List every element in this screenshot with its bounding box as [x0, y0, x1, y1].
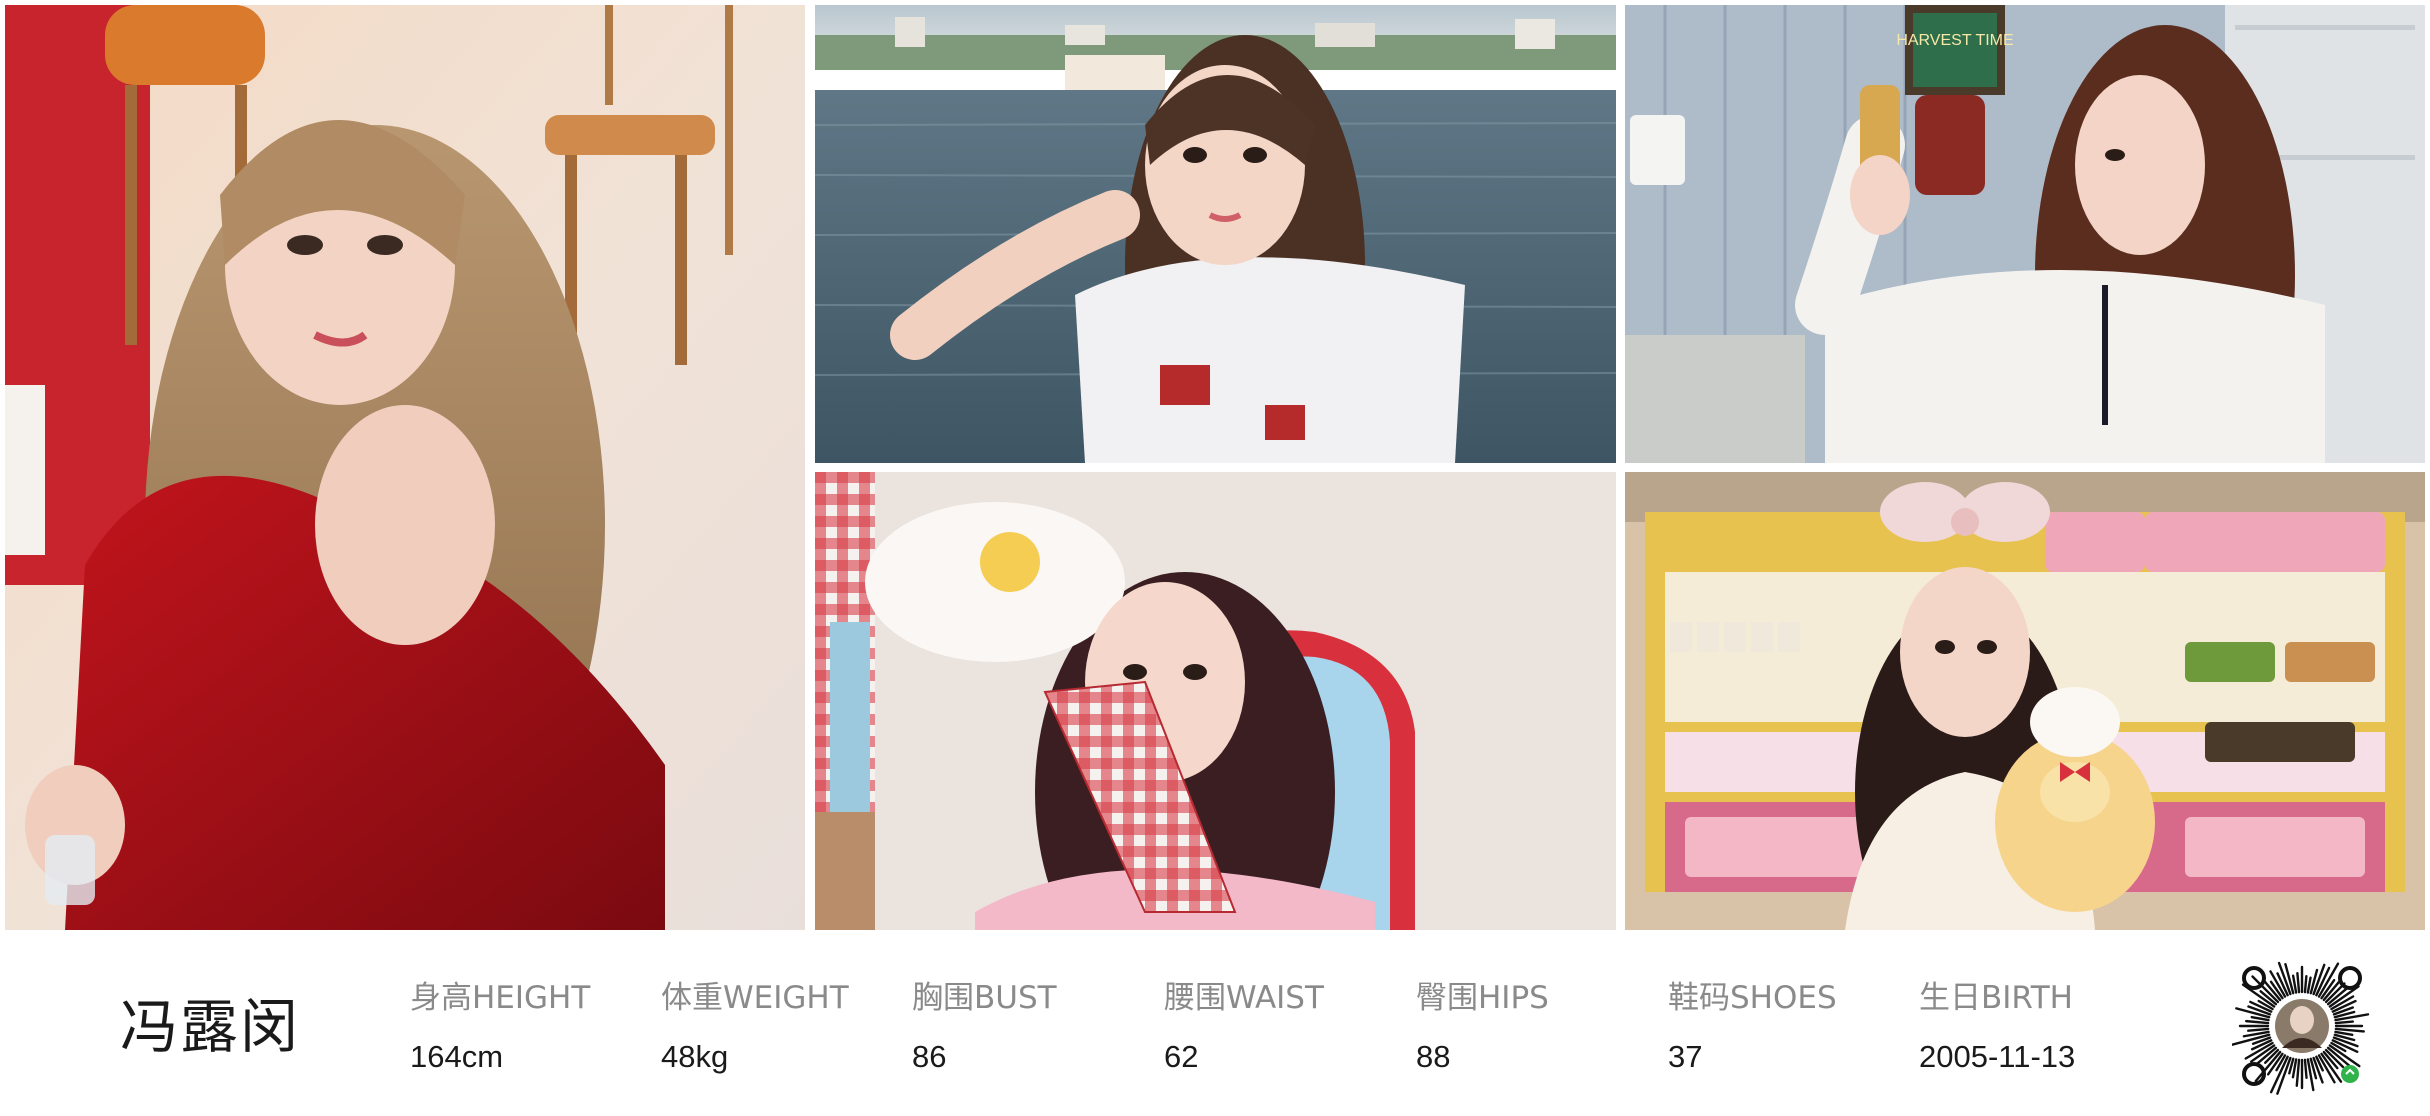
stat-value: 37 [1668, 1039, 1703, 1074]
stat-hips: 臀围HIPS 88 [1416, 972, 1549, 1075]
stat-waist: 腰围WAIST 62 [1164, 972, 1324, 1075]
model-name: 冯露闵 [120, 993, 301, 1061]
stat-label: 鞋码SHOES [1668, 980, 1837, 1016]
stat-birth: 生日BIRTH 2005-11-13 [1919, 972, 2075, 1075]
stat-label: 身高HEIGHT [410, 980, 591, 1016]
stat-weight: 体重WEIGHT 48kg [661, 972, 849, 1075]
qr-code-icon[interactable] [2232, 956, 2372, 1096]
bakery-plush-photo [1625, 472, 2425, 930]
harvest-sign-text: HARVEST TIME [1896, 32, 2013, 49]
stat-value: 86 [912, 1039, 947, 1074]
stat-label: 体重WEIGHT [661, 980, 849, 1016]
portrait-photo-red-dress [5, 5, 805, 930]
lake-portrait-photo [815, 5, 1616, 463]
chef-costume-photo [815, 472, 1616, 930]
stat-label: 生日BIRTH [1919, 980, 2073, 1016]
stat-height: 身高HEIGHT 164cm [410, 972, 590, 1075]
stat-value: 62 [1164, 1039, 1199, 1074]
stat-value: 48kg [661, 1039, 729, 1074]
qr-ray [2303, 974, 2308, 994]
stat-label: 腰围WAIST [1164, 980, 1324, 1016]
qr-ray [2296, 972, 2301, 994]
stat-value: 88 [1416, 1039, 1451, 1074]
stat-label: 臀围HIPS [1416, 980, 1549, 1016]
stat-value: 164cm [410, 1039, 504, 1074]
qr-ray [2334, 1020, 2355, 1025]
stat-bust: 胸围BUST 86 [912, 972, 1057, 1075]
stat-shoes: 鞋码SHOES 37 [1668, 972, 1837, 1075]
stat-label: 胸围BUST [912, 980, 1057, 1016]
mirror-selfie-photo: HARVEST TIME [1625, 5, 2425, 463]
qr-ray [2303, 1058, 2308, 1080]
model-info-bar: 冯露闵 身高HEIGHT 164cm 体重WEIGHT 48kg 胸围BUST … [0, 930, 2430, 1116]
stat-value: 2005-11-13 [1919, 1039, 2076, 1074]
